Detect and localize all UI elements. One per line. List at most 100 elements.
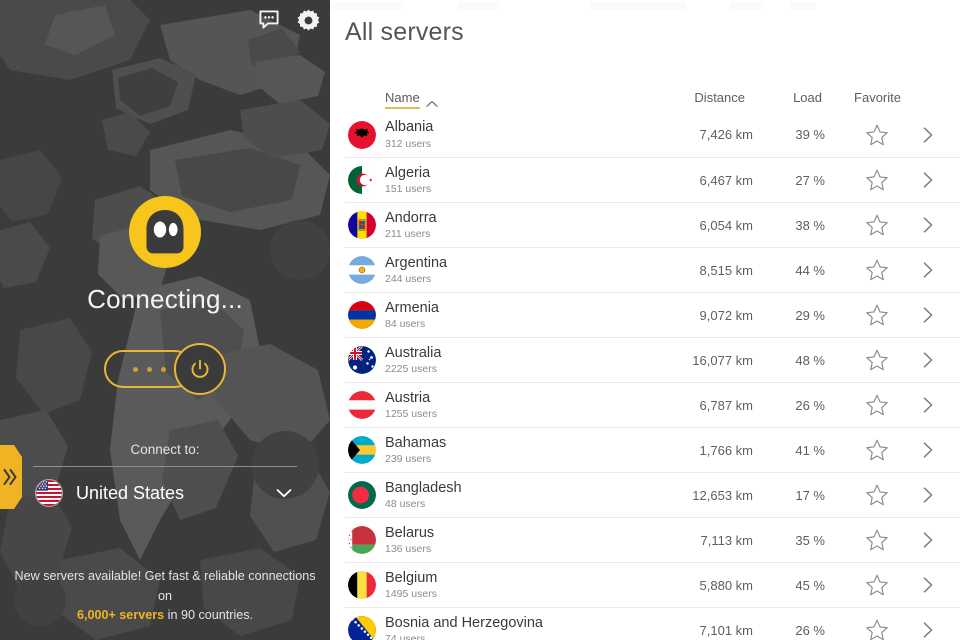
connection-panel: Connecting... Connect to: United States … bbox=[0, 0, 330, 640]
server-load: 41 % bbox=[795, 442, 825, 458]
toggle-dot bbox=[160, 366, 166, 372]
table-row[interactable]: Belgium 1495 users 5,880 km 45 % bbox=[330, 562, 960, 607]
server-users: 74 users bbox=[385, 633, 426, 640]
cyberghost-ghost-logo bbox=[129, 196, 201, 268]
star-outline-icon[interactable] bbox=[864, 617, 890, 640]
column-header-distance[interactable]: Distance bbox=[694, 90, 745, 105]
star-outline-icon[interactable] bbox=[864, 347, 890, 373]
server-load: 17 % bbox=[795, 487, 825, 503]
power-icon bbox=[191, 359, 209, 378]
column-header-load[interactable]: Load bbox=[793, 90, 822, 105]
chevron-right-icon[interactable] bbox=[918, 395, 938, 415]
server-load: 29 % bbox=[795, 307, 825, 323]
server-users: 239 users bbox=[385, 453, 432, 466]
chevron-right-icon[interactable] bbox=[918, 485, 938, 505]
chevron-right-icon[interactable] bbox=[918, 215, 938, 235]
chevron-right-icon[interactable] bbox=[918, 530, 938, 550]
server-load: 35 % bbox=[795, 532, 825, 548]
star-outline-icon[interactable] bbox=[864, 167, 890, 193]
chevron-right-icon[interactable] bbox=[918, 440, 938, 460]
chevron-right-icon[interactable] bbox=[918, 620, 938, 640]
flag-austria bbox=[348, 391, 376, 419]
server-users: 48 users bbox=[385, 498, 426, 511]
flag-argentina bbox=[348, 256, 376, 284]
promo-banner: New servers available! Get fast & reliab… bbox=[14, 567, 316, 626]
star-outline-icon[interactable] bbox=[864, 572, 890, 598]
server-users: 1255 users bbox=[385, 408, 437, 421]
flag-algeria bbox=[348, 166, 376, 194]
flag-albania bbox=[348, 120, 376, 149]
star-outline-icon[interactable] bbox=[864, 257, 890, 283]
power-button[interactable] bbox=[174, 343, 226, 395]
star-outline-icon[interactable] bbox=[864, 302, 890, 328]
server-distance: 12,653 km bbox=[692, 487, 753, 503]
connection-status-text: Connecting... bbox=[87, 284, 243, 314]
chevron-up-icon bbox=[426, 96, 438, 107]
table-header: Name Distance Load Favorite bbox=[330, 90, 960, 114]
server-name: Australia bbox=[385, 344, 442, 361]
server-users: 1495 users bbox=[385, 588, 437, 601]
server-users: 312 users bbox=[385, 137, 432, 150]
server-name: Belgium bbox=[385, 569, 438, 586]
star-outline-icon[interactable] bbox=[864, 212, 890, 238]
server-name: Andorra bbox=[385, 209, 437, 226]
country-dropdown[interactable]: United States bbox=[33, 467, 297, 507]
power-toggle[interactable] bbox=[0, 343, 330, 395]
server-distance: 9,072 km bbox=[699, 307, 753, 323]
flag-bosnia bbox=[348, 616, 376, 640]
expander-tab[interactable] bbox=[0, 445, 22, 509]
table-row[interactable]: Belarus 136 users 7,113 km 35 % bbox=[330, 517, 960, 562]
server-list-panel: All servers Name Distance Load Favorite … bbox=[330, 0, 960, 640]
chevron-right-icon[interactable] bbox=[918, 575, 938, 595]
flag-united-states bbox=[35, 479, 63, 507]
server-name: Armenia bbox=[385, 299, 439, 316]
chevron-down-icon[interactable] bbox=[273, 482, 295, 504]
star-outline-icon[interactable] bbox=[864, 437, 890, 463]
column-header-favorite[interactable]: Favorite bbox=[854, 90, 901, 105]
server-distance: 6,467 km bbox=[699, 172, 753, 188]
server-rows-list[interactable]: Albania 312 users 7,426 km 39 % Algeria … bbox=[330, 112, 960, 640]
promo-line-1: New servers available! Get fast & reliab… bbox=[14, 569, 316, 603]
table-row[interactable]: Armenia 84 users 9,072 km 29 % bbox=[330, 292, 960, 337]
star-outline-icon[interactable] bbox=[864, 527, 890, 553]
chevron-right-icon[interactable] bbox=[918, 350, 938, 370]
chat-bubble-icon[interactable] bbox=[258, 8, 282, 32]
server-users: 2225 users bbox=[385, 363, 437, 376]
page-title: All servers bbox=[345, 18, 464, 46]
server-name-cell: Bahamas 239 users bbox=[385, 435, 446, 466]
toggle-dot bbox=[132, 366, 138, 372]
world-map-background bbox=[0, 0, 330, 640]
server-name-cell: Argentina 244 users bbox=[385, 255, 447, 286]
table-row[interactable]: Argentina 244 users 8,515 km 44 % bbox=[330, 247, 960, 292]
table-row[interactable]: Andorra 211 users 6,054 km 38 % bbox=[330, 202, 960, 247]
toggle-dot bbox=[146, 366, 152, 372]
server-load: 44 % bbox=[795, 262, 825, 278]
chevron-right-icon[interactable] bbox=[918, 305, 938, 325]
star-outline-icon[interactable] bbox=[864, 482, 890, 508]
column-header-name[interactable]: Name bbox=[385, 90, 438, 109]
star-outline-icon[interactable] bbox=[864, 392, 890, 418]
table-row[interactable]: Australia 2225 users 16,077 km 48 % bbox=[330, 337, 960, 382]
server-distance: 6,787 km bbox=[699, 397, 753, 413]
chevron-right-icon[interactable] bbox=[918, 170, 938, 190]
star-outline-icon[interactable] bbox=[864, 122, 890, 148]
table-row[interactable]: Austria 1255 users 6,787 km 26 % bbox=[330, 382, 960, 427]
server-load: 26 % bbox=[795, 397, 825, 413]
server-distance: 8,515 km bbox=[699, 262, 753, 278]
server-load: 39 % bbox=[795, 127, 825, 142]
table-row[interactable]: Bahamas 239 users 1,766 km 41 % bbox=[330, 427, 960, 472]
promo-line-2: in 90 countries. bbox=[164, 608, 254, 623]
server-distance: 16,077 km bbox=[692, 352, 753, 368]
table-row[interactable]: Bosnia and Herzegovina 74 users 7,101 km… bbox=[330, 607, 960, 640]
table-row[interactable]: Algeria 151 users 6,467 km 27 % bbox=[330, 157, 960, 202]
table-row[interactable]: Bangladesh 48 users 12,653 km 17 % bbox=[330, 472, 960, 517]
table-row[interactable]: Albania 312 users 7,426 km 39 % bbox=[330, 112, 960, 157]
chevron-right-icon[interactable] bbox=[918, 125, 938, 145]
connect-to-selector: Connect to: United States bbox=[33, 442, 297, 507]
chevron-right-icon[interactable] bbox=[918, 260, 938, 280]
gear-icon[interactable] bbox=[296, 8, 320, 32]
selected-country-label: United States bbox=[76, 482, 185, 503]
server-name-cell: Armenia 84 users bbox=[385, 300, 439, 331]
server-name-cell: Australia 2225 users bbox=[385, 345, 441, 376]
server-distance: 6,054 km bbox=[699, 217, 753, 233]
